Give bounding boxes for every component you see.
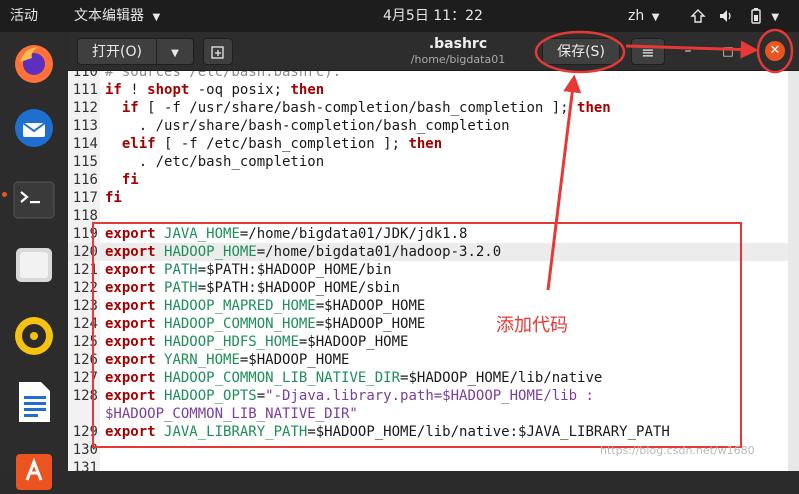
code-line[interactable]: 113 . /usr/share/bash-completion/bash_co…	[68, 117, 788, 135]
speaker-icon	[15, 317, 53, 355]
top-bar: 活动 文本编辑器 ▼ 4月5日 11：22 zh ▼ ▼	[0, 0, 799, 32]
scrollbar[interactable]	[788, 71, 799, 471]
line-number: 117	[72, 190, 98, 206]
line-number: 131	[72, 460, 98, 471]
line-text: if [ -f /usr/share/bash-completion/bash_…	[121, 100, 611, 116]
close-button[interactable]: ✕	[765, 41, 785, 61]
line-number: 112	[72, 100, 98, 116]
open-recent-dropdown[interactable]: ▼	[156, 38, 194, 65]
close-icon: ✕	[769, 43, 781, 58]
files-launcher[interactable]	[10, 240, 58, 288]
annotation-label: 添加代码	[496, 315, 568, 336]
app-menu[interactable]: 文本编辑器 ▼	[74, 0, 160, 32]
line-text: # sources /etc/bash.bashrc).	[105, 71, 342, 80]
highlight-box	[92, 222, 742, 448]
chevron-down-icon: ▼	[651, 12, 660, 23]
firefox-icon	[15, 45, 53, 83]
terminal-launcher[interactable]	[10, 176, 58, 224]
volume-icon	[720, 10, 732, 22]
window-title: .bashrc	[428, 36, 488, 52]
input-method-label: zh	[628, 8, 645, 24]
window-subtitle: /home/bigdata01	[410, 53, 506, 66]
network-icon	[690, 9, 706, 23]
new-document-icon	[211, 46, 224, 59]
libreoffice-writer-launcher[interactable]	[10, 378, 58, 426]
line-text: . /etc/bash_completion	[105, 154, 325, 170]
hamburger-icon: ≡	[641, 43, 655, 62]
line-text: if ! shopt -oq posix; then	[105, 82, 325, 98]
maximize-icon: □	[722, 44, 734, 58]
line-text: elif [ -f /etc/bash_completion ]; then	[121, 136, 443, 152]
terminal-icon	[13, 181, 55, 219]
watermark: https://blog.csdn.net/w1680	[600, 444, 755, 457]
minimize-icon: –	[684, 43, 692, 59]
code-line[interactable]: 116 fi	[68, 171, 788, 189]
line-number: 116	[72, 172, 98, 188]
line-number: 111	[72, 82, 98, 98]
code-line[interactable]: 112 if [ -f /usr/share/bash-completion/b…	[68, 99, 788, 117]
minimize-button[interactable]: –	[674, 38, 702, 65]
input-method-menu[interactable]: zh ▼	[628, 0, 659, 32]
chevron-down-icon: ▼	[152, 12, 161, 23]
window-headerbar: 打开(O) ▼ .bashrc /home/bigdata01 保存(S) ≡ …	[68, 32, 799, 71]
code-line[interactable]: 110 # sources /etc/bash.bashrc).	[68, 71, 788, 81]
thunderbird-icon	[15, 109, 53, 147]
chevron-down-icon: ▼	[771, 12, 780, 23]
code-line[interactable]: 117 fi	[68, 189, 788, 207]
chevron-down-icon: ▼	[171, 48, 179, 59]
code-line[interactable]: 115 . /etc/bash_completion	[68, 153, 788, 171]
thunderbird-launcher[interactable]	[10, 104, 58, 152]
firefox-launcher[interactable]	[10, 40, 58, 88]
line-number: 110	[72, 71, 98, 80]
line-text: . /usr/share/bash-completion/bash_comple…	[105, 118, 510, 134]
battery-icon	[751, 8, 761, 24]
code-line[interactable]: 131	[68, 459, 788, 471]
system-menu[interactable]: ▼	[690, 0, 779, 32]
document-icon	[19, 382, 50, 422]
line-text: fi	[105, 190, 122, 206]
rhythmbox-launcher[interactable]	[10, 312, 58, 360]
open-button[interactable]: 打开(O)	[77, 38, 157, 65]
line-number: 115	[72, 154, 98, 170]
app-menu-label: 文本编辑器	[74, 8, 144, 24]
line-text: fi	[121, 172, 139, 188]
dock	[0, 32, 68, 490]
maximize-button[interactable]: □	[714, 38, 742, 65]
menu-button[interactable]: ≡	[631, 38, 665, 65]
code-line[interactable]: 111 if ! shopt -oq posix; then	[68, 81, 788, 99]
new-tab-button[interactable]	[203, 38, 233, 65]
software-center-icon	[16, 454, 52, 490]
clock[interactable]: 4月5日 11：22	[383, 0, 483, 32]
line-number: 113	[72, 118, 98, 134]
code-line[interactable]: 114 elif [ -f /etc/bash_completion ]; th…	[68, 135, 788, 153]
folder-icon	[16, 248, 52, 282]
save-button[interactable]: 保存(S)	[542, 38, 620, 65]
activities-button[interactable]: 活动	[10, 0, 38, 32]
software-launcher[interactable]	[10, 446, 58, 494]
running-indicator	[2, 192, 7, 197]
line-number: 114	[72, 136, 98, 152]
